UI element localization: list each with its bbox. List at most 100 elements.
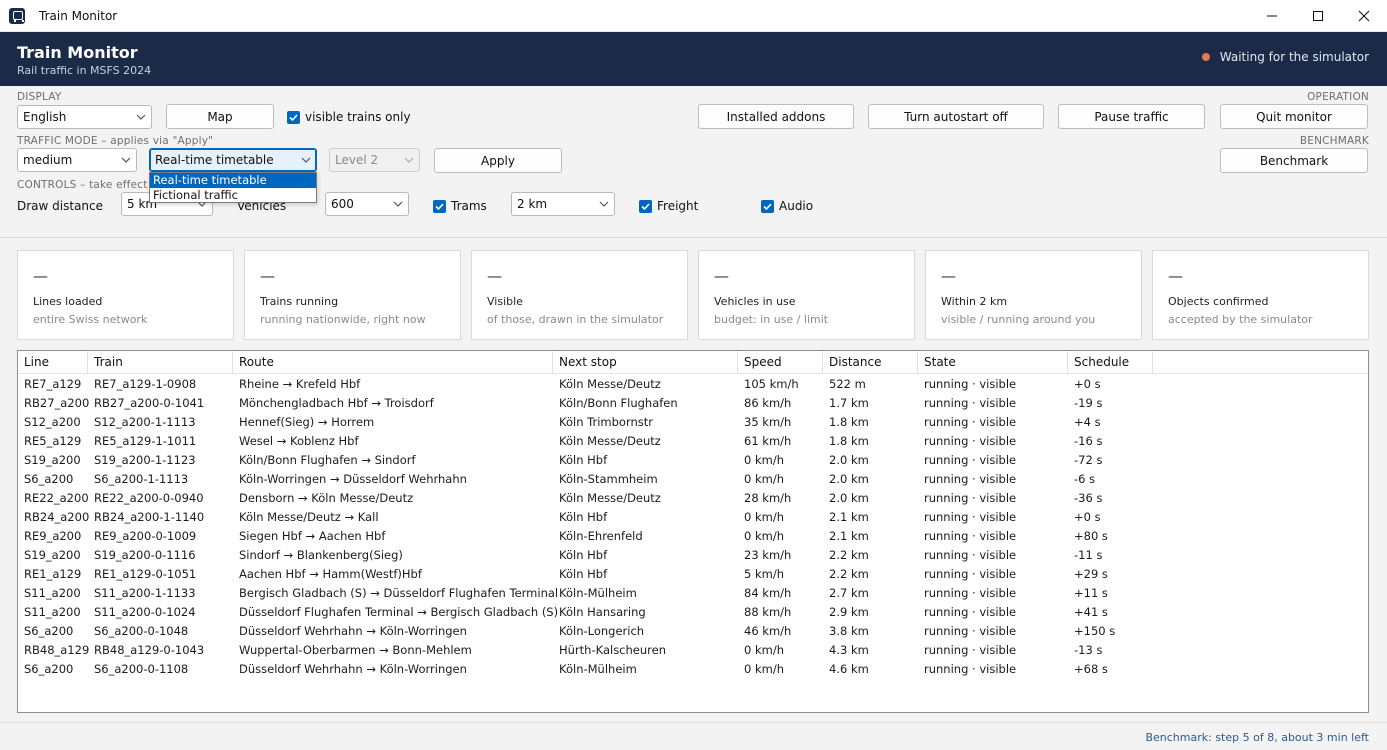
cell-line: RE1_a129 xyxy=(24,567,82,581)
table-row[interactable]: S11_a200 S11_a200-1-1133 Bergisch Gladbach… xyxy=(18,584,1368,603)
cell-next-stop: Köln Hbf xyxy=(559,567,608,581)
cell-train: RB24_a200-1-1140 xyxy=(94,510,205,524)
cell-speed: 105 km/h xyxy=(744,377,799,391)
cell-schedule: +150 s xyxy=(1074,624,1116,638)
cell-speed: 0 km/h xyxy=(744,453,784,467)
cell-route: Köln Messe/Deutz → Kall xyxy=(239,510,379,524)
cell-schedule: +0 s xyxy=(1074,510,1101,524)
trams-checkbox[interactable]: Trams xyxy=(433,199,487,213)
level-select[interactable]: Level 2 xyxy=(329,148,420,172)
card-lines-loaded: — Lines loaded entire Swiss network xyxy=(17,250,234,340)
table-row[interactable]: S11_a200 S11_a200-0-1024 Düsseldorf Flugha… xyxy=(18,603,1368,622)
cell-distance: 2.2 km xyxy=(829,567,869,581)
column-header-distance[interactable]: Distance xyxy=(823,351,918,374)
cell-route: Düsseldorf Wehrhahn → Köln-Worringen xyxy=(239,662,467,676)
autostart-toggle-button[interactable]: Turn autostart off xyxy=(868,104,1044,129)
table-row[interactable]: RE5_a129 RE5_a129-1-1011 Wesel → Koblenz H… xyxy=(18,432,1368,451)
cell-route: Köln/Bonn Flughafen → Sindorf xyxy=(239,453,416,467)
vehicles-select[interactable]: 600 xyxy=(325,192,409,216)
table-row[interactable]: S6_a200 S6_a200-0-1048 Düsseldorf Wehrhahn… xyxy=(18,622,1368,641)
table-row[interactable]: S6_a200 S6_a200-1-1113 Köln-Worringen → Dü… xyxy=(18,470,1368,489)
table-row[interactable]: S19_a200 S19_a200-1-1123 Köln/Bonn Flughaf… xyxy=(18,451,1368,470)
table-row[interactable]: RE22_a200 RE22_a200-0-0940 Densborn → Köln… xyxy=(18,489,1368,508)
cell-schedule: +0 s xyxy=(1074,377,1101,391)
chevron-down-icon xyxy=(301,157,311,163)
checkbox-checked-icon xyxy=(433,199,446,213)
table-row[interactable]: S6_a200 S6_a200-0-1108 Düsseldorf Wehrhahn… xyxy=(18,660,1368,679)
audio-label: Audio xyxy=(779,199,814,213)
column-header-route[interactable]: Route xyxy=(233,351,553,374)
audio-checkbox[interactable]: Audio xyxy=(761,199,813,213)
cell-route: Aachen Hbf → Hamm(Westf)Hbf xyxy=(239,567,422,581)
cell-speed: 23 km/h xyxy=(744,548,792,562)
traffic-mode-select[interactable]: Real-time timetable xyxy=(149,148,317,172)
title-bar: Train Monitor xyxy=(0,0,1387,32)
cell-distance: 2.9 km xyxy=(829,605,869,619)
table-row[interactable]: RE9_a200 RE9_a200-0-1009 Siegen Hbf → Aach… xyxy=(18,527,1368,546)
column-header-speed[interactable]: Speed xyxy=(738,351,823,374)
cell-line: RE9_a200 xyxy=(24,529,82,543)
card-label: Lines loaded xyxy=(33,295,103,308)
visible-only-checkbox[interactable]: visible trains only xyxy=(287,110,411,124)
cell-route: Rheine → Krefeld Hbf xyxy=(239,377,361,391)
table-row[interactable]: RB24_a200 RB24_a200-1-1140 Köln Messe/Deut… xyxy=(18,508,1368,527)
cell-train: S19_a200-1-1123 xyxy=(94,453,196,467)
benchmark-button[interactable]: Benchmark xyxy=(1220,148,1368,173)
installed-addons-button[interactable]: Installed addons xyxy=(698,104,854,129)
cell-schedule: -16 s xyxy=(1074,434,1103,448)
radius-select[interactable]: 2 km xyxy=(511,192,615,216)
card-vehicles-in-use: — Vehicles in use budget: in use / limit xyxy=(698,250,915,340)
cell-schedule: -36 s xyxy=(1074,491,1103,505)
cell-distance: 2.0 km xyxy=(829,453,869,467)
cell-schedule: +29 s xyxy=(1074,567,1108,581)
cell-speed: 0 km/h xyxy=(744,529,784,543)
column-header-train[interactable]: Train xyxy=(88,351,233,374)
language-value: English xyxy=(23,110,67,124)
minimize-button[interactable] xyxy=(1249,0,1295,32)
cell-next-stop: Hürth-Kalscheuren xyxy=(559,643,666,657)
radius-value: 2 km xyxy=(517,197,548,211)
window-title: Train Monitor xyxy=(39,8,118,23)
pause-traffic-button[interactable]: Pause traffic xyxy=(1058,104,1205,129)
card-value: — xyxy=(260,267,275,285)
cell-next-stop: Köln-Mülheim xyxy=(559,662,637,676)
cell-state: running · visible xyxy=(924,567,1017,581)
trains-table[interactable]: Line Train Route Next stop Speed Distanc… xyxy=(17,350,1369,713)
benchmark-progress-text: Benchmark: step 5 of 8, about 3 min left xyxy=(1145,731,1369,744)
card-label: Objects confirmed xyxy=(1168,295,1269,308)
cell-route: Düsseldorf Flughafen Terminal → Bergisch… xyxy=(239,605,559,619)
language-select[interactable]: English xyxy=(17,105,152,129)
table-row[interactable]: RB48_a129 RB48_a129-0-1043 Wuppertal-Oberb… xyxy=(18,641,1368,660)
map-button[interactable]: Map xyxy=(166,104,274,129)
column-header-schedule[interactable]: Schedule xyxy=(1068,351,1153,374)
maximize-button[interactable] xyxy=(1295,0,1341,32)
cell-speed: 0 km/h xyxy=(744,662,784,676)
density-value: medium xyxy=(23,153,73,167)
cell-route: Köln-Worringen → Düsseldorf Wehrhahn xyxy=(239,472,467,486)
card-sub: of those, drawn in the simulator xyxy=(487,313,664,326)
close-button[interactable] xyxy=(1341,0,1387,32)
freight-checkbox[interactable]: Freight xyxy=(639,199,698,213)
cell-next-stop: Köln Trimbornstr xyxy=(559,415,653,429)
cell-line: RE7_a129 xyxy=(24,377,82,391)
column-header-line[interactable]: Line xyxy=(18,351,88,374)
cell-train: S6_a200-0-1048 xyxy=(94,624,189,638)
table-row[interactable]: RE7_a129 RE7_a129-1-0908 Rheine → Krefeld … xyxy=(18,375,1368,394)
cell-next-stop: Köln-Stammheim xyxy=(559,472,658,486)
table-row[interactable]: RE1_a129 RE1_a129-0-1051 Aachen Hbf → Hamm… xyxy=(18,565,1368,584)
status-text: Waiting for the simulator xyxy=(1219,50,1369,64)
dropdown-option-realtime[interactable]: Real-time timetable xyxy=(150,173,316,188)
dropdown-option-fictional[interactable]: Fictional traffic xyxy=(150,188,316,203)
table-row[interactable]: RB27_a200 RB27_a200-0-1041 Mönchengladbach… xyxy=(18,394,1368,413)
table-row[interactable]: S19_a200 S19_a200-0-1116 Sindorf → Blanken… xyxy=(18,546,1368,565)
column-header-state[interactable]: State xyxy=(918,351,1068,374)
cell-route: Wesel → Koblenz Hbf xyxy=(239,434,359,448)
cell-state: running · visible xyxy=(924,510,1017,524)
density-select[interactable]: medium xyxy=(17,148,137,172)
quit-monitor-button[interactable]: Quit monitor xyxy=(1220,104,1368,129)
table-row[interactable]: S12_a200 S12_a200-1-1113 Hennef(Sieg) → Ho… xyxy=(18,413,1368,432)
column-header-next-stop[interactable]: Next stop xyxy=(553,351,738,374)
checkbox-checked-icon xyxy=(287,110,300,124)
cell-speed: 28 km/h xyxy=(744,491,792,505)
apply-button[interactable]: Apply xyxy=(434,148,562,173)
